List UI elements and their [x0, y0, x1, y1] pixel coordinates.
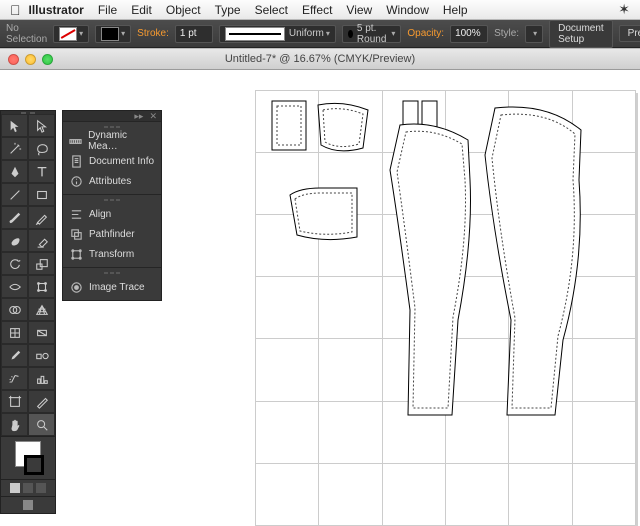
blob-brush-tool[interactable] — [1, 229, 28, 252]
menu-file[interactable]: File — [98, 3, 117, 17]
menu-type[interactable]: Type — [215, 3, 241, 17]
eyedropper-tool[interactable] — [1, 344, 28, 367]
draw-behind-icon[interactable] — [23, 483, 33, 493]
pattern-piece-pocket[interactable] — [285, 185, 365, 245]
window-zoom-button[interactable] — [42, 54, 53, 65]
selection-status: No Selection — [6, 23, 47, 45]
panel-label: Attributes — [89, 176, 131, 187]
opacity-label: Opacity: — [407, 28, 444, 39]
gradient-tool[interactable] — [28, 321, 55, 344]
brush-select[interactable]: 5 pt. Round — [342, 25, 401, 43]
symbol-sprayer-tool[interactable] — [1, 367, 28, 390]
stroke-profile-select[interactable]: Uniform — [219, 25, 336, 43]
macos-menubar:  Illustrator File Edit Object Type Sele… — [0, 0, 640, 20]
document-title: Untitled-7* @ 16.67% (CMYK/Preview) — [0, 53, 640, 65]
panel-label: Image Trace — [89, 282, 145, 293]
menu-help[interactable]: Help — [443, 3, 468, 17]
hand-tool[interactable] — [1, 413, 28, 436]
menu-view[interactable]: View — [346, 3, 372, 17]
pencil-tool[interactable] — [28, 206, 55, 229]
window-close-button[interactable] — [8, 54, 19, 65]
panel-document-info[interactable]: Document Info — [63, 151, 161, 171]
preferences-button[interactable]: Pre — [619, 25, 640, 42]
scale-tool[interactable] — [28, 252, 55, 275]
panel-attributes[interactable]: Attributes — [63, 171, 161, 191]
rotate-tool[interactable] — [1, 252, 28, 275]
panel-image-trace[interactable]: Image Trace — [63, 277, 161, 297]
panel-align[interactable]: Align — [63, 204, 161, 224]
eraser-tool[interactable] — [28, 229, 55, 252]
paintbrush-tool[interactable] — [1, 206, 28, 229]
slice-tool[interactable] — [28, 390, 55, 413]
menu-edit[interactable]: Edit — [131, 3, 152, 17]
pattern-piece-waistband[interactable] — [269, 98, 309, 153]
graphic-style-select[interactable] — [525, 25, 543, 43]
screen-mode-icon[interactable] — [23, 500, 33, 510]
lasso-tool[interactable] — [28, 137, 55, 160]
line-segment-tool[interactable] — [1, 183, 28, 206]
stroke-color-swatch[interactable] — [24, 455, 44, 475]
panel-label: Align — [89, 209, 111, 220]
selection-tool[interactable] — [1, 114, 28, 137]
image-trace-icon — [69, 280, 83, 294]
evernote-tray-icon[interactable]: ✶ — [618, 1, 630, 18]
tools-grid — [1, 114, 55, 436]
mesh-tool[interactable] — [1, 321, 28, 344]
control-bar: No Selection Stroke: Uniform 5 pt. Round… — [0, 20, 640, 48]
panel-transform[interactable]: Transform — [63, 244, 161, 264]
tools-panel[interactable] — [0, 110, 56, 514]
zoom-tool[interactable] — [28, 413, 55, 436]
menu-object[interactable]: Object — [166, 3, 201, 17]
menu-effect[interactable]: Effect — [302, 3, 332, 17]
panel-label: Document Info — [89, 156, 154, 167]
attributes-icon — [69, 174, 83, 188]
document-info-icon — [69, 154, 83, 168]
panel-collapse-icon[interactable]: ▸▸ — [134, 111, 143, 122]
menu-window[interactable]: Window — [386, 3, 429, 17]
apple-menu-icon[interactable]:  — [10, 2, 21, 18]
column-graph-tool[interactable] — [28, 367, 55, 390]
menu-select[interactable]: Select — [255, 3, 288, 17]
panel-pathfinder[interactable]: Pathfinder — [63, 224, 161, 244]
pattern-piece-yoke[interactable] — [313, 100, 373, 155]
style-label: Style: — [494, 28, 519, 39]
panel-label: Transform — [89, 249, 134, 260]
transform-icon — [69, 247, 83, 261]
ruler-icon — [69, 134, 82, 148]
perspective-grid-tool[interactable] — [28, 298, 55, 321]
pattern-piece-leg-front[interactable] — [380, 120, 480, 420]
type-tool[interactable] — [28, 160, 55, 183]
panel-label: Pathfinder — [89, 229, 135, 240]
pen-tool[interactable] — [1, 160, 28, 183]
panel-dock[interactable]: ▸▸ ✕ Dynamic Mea… Document Info Attribute… — [62, 110, 162, 301]
draw-normal-icon[interactable] — [10, 483, 20, 493]
stroke-weight-input[interactable] — [175, 25, 213, 43]
direct-selection-tool[interactable] — [28, 114, 55, 137]
shape-builder-tool[interactable] — [1, 298, 28, 321]
align-icon — [69, 207, 83, 221]
draw-mode-row — [1, 479, 55, 496]
blend-tool[interactable] — [28, 344, 55, 367]
panel-dynamic-measure[interactable]: Dynamic Mea… — [63, 131, 161, 151]
panel-label: Dynamic Mea… — [88, 130, 155, 152]
opacity-input[interactable] — [450, 25, 488, 43]
window-minimize-button[interactable] — [25, 54, 36, 65]
document-setup-button[interactable]: Document Setup — [549, 20, 613, 48]
pathfinder-icon — [69, 227, 83, 241]
close-icon[interactable]: ✕ — [149, 111, 157, 122]
document-window-titlebar: Untitled-7* @ 16.67% (CMYK/Preview) — [0, 48, 640, 70]
artboard-tool[interactable] — [1, 390, 28, 413]
draw-inside-icon[interactable] — [36, 483, 46, 493]
pattern-piece-leg-back[interactable] — [477, 100, 589, 422]
fill-swatch[interactable] — [53, 25, 89, 43]
screen-mode-row — [1, 496, 55, 513]
stroke-label: Stroke: — [137, 28, 169, 39]
stroke-swatch[interactable] — [95, 25, 131, 43]
free-transform-tool[interactable] — [28, 275, 55, 298]
magic-wand-tool[interactable] — [1, 137, 28, 160]
rectangle-tool[interactable] — [28, 183, 55, 206]
app-menu[interactable]: Illustrator — [29, 3, 84, 17]
artboard[interactable] — [255, 90, 635, 525]
width-tool[interactable] — [1, 275, 28, 298]
